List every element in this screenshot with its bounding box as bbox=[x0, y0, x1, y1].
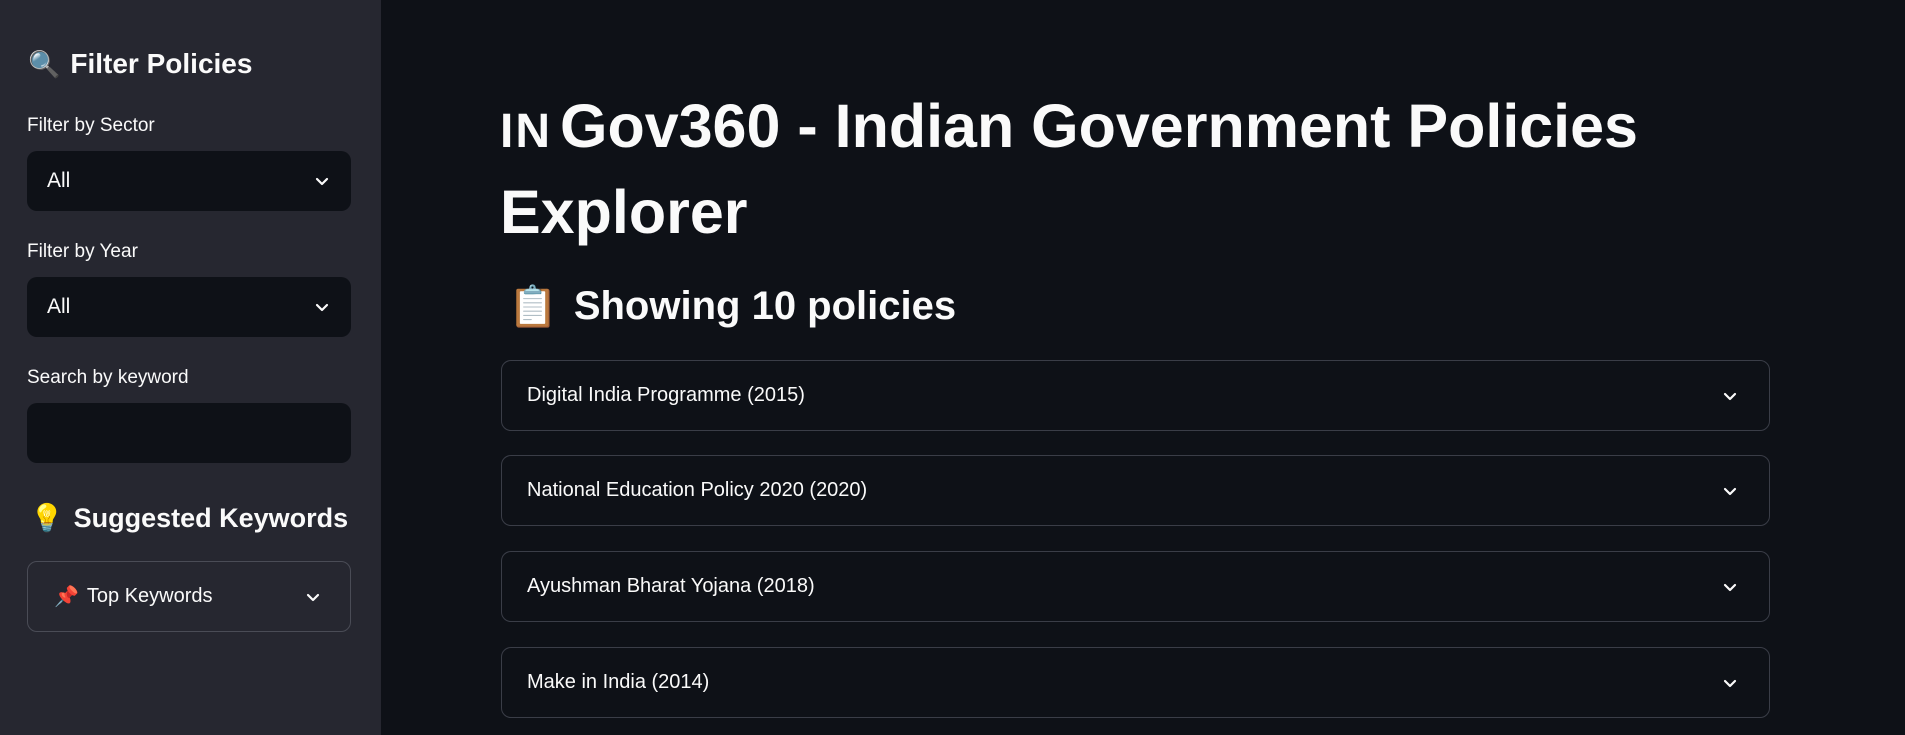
year-select[interactable]: All bbox=[27, 277, 351, 337]
page-title-text: Gov360 - Indian Government Policies Expl… bbox=[500, 92, 1638, 246]
chevron-down-icon bbox=[313, 298, 331, 316]
suggested-keywords-text: Suggested Keywords bbox=[73, 502, 349, 533]
chevron-down-icon bbox=[1721, 578, 1739, 596]
policy-title: National Education Policy 2020 (2020) bbox=[527, 479, 868, 501]
policy-count-heading: 📋 Showing 10 policies bbox=[508, 283, 956, 330]
policy-expander[interactable]: National Education Policy 2020 (2020) bbox=[501, 455, 1770, 526]
sector-label: Filter by Sector bbox=[27, 115, 155, 136]
chevron-down-icon bbox=[313, 172, 331, 190]
pushpin-icon: 📌 bbox=[54, 586, 79, 608]
sector-select-value: All bbox=[47, 169, 71, 192]
sidebar: 🔍 Filter Policies Filter by Sector All F… bbox=[0, 0, 381, 735]
sector-select[interactable]: All bbox=[27, 151, 351, 211]
top-keywords-expander[interactable]: 📌 Top Keywords bbox=[27, 561, 351, 632]
policy-expander[interactable]: Make in India (2014) bbox=[501, 647, 1770, 718]
year-label: Filter by Year bbox=[27, 241, 138, 262]
policy-title: Ayushman Bharat Yojana (2018) bbox=[527, 575, 815, 597]
keyword-search-input[interactable] bbox=[27, 403, 351, 463]
policy-expander[interactable]: Ayushman Bharat Yojana (2018) bbox=[501, 551, 1770, 622]
policy-title: Make in India (2014) bbox=[527, 671, 710, 693]
top-keywords-label: Top Keywords bbox=[86, 585, 213, 607]
policy-title: Digital India Programme (2015) bbox=[527, 384, 805, 406]
lightbulb-icon: 💡 bbox=[30, 503, 64, 533]
year-select-value: All bbox=[47, 295, 71, 318]
chevron-down-icon bbox=[1721, 387, 1739, 405]
policy-expander[interactable]: Digital India Programme (2015) bbox=[501, 360, 1770, 431]
chevron-down-icon bbox=[304, 588, 322, 606]
clipboard-icon: 📋 bbox=[508, 285, 558, 329]
sidebar-title: 🔍 Filter Policies bbox=[28, 48, 252, 80]
india-flag-icon: IN bbox=[500, 105, 552, 158]
suggested-keywords-title: 💡 Suggested Keywords bbox=[30, 502, 348, 534]
page-title: IN Gov360 - Indian Government Policies Ex… bbox=[500, 86, 1760, 252]
chevron-down-icon bbox=[1721, 482, 1739, 500]
policy-count-text: Showing 10 policies bbox=[573, 284, 957, 328]
chevron-down-icon bbox=[1721, 674, 1739, 692]
magnifier-icon: 🔍 bbox=[28, 48, 61, 79]
sidebar-title-text: Filter Policies bbox=[70, 48, 253, 79]
search-label: Search by keyword bbox=[27, 367, 189, 388]
